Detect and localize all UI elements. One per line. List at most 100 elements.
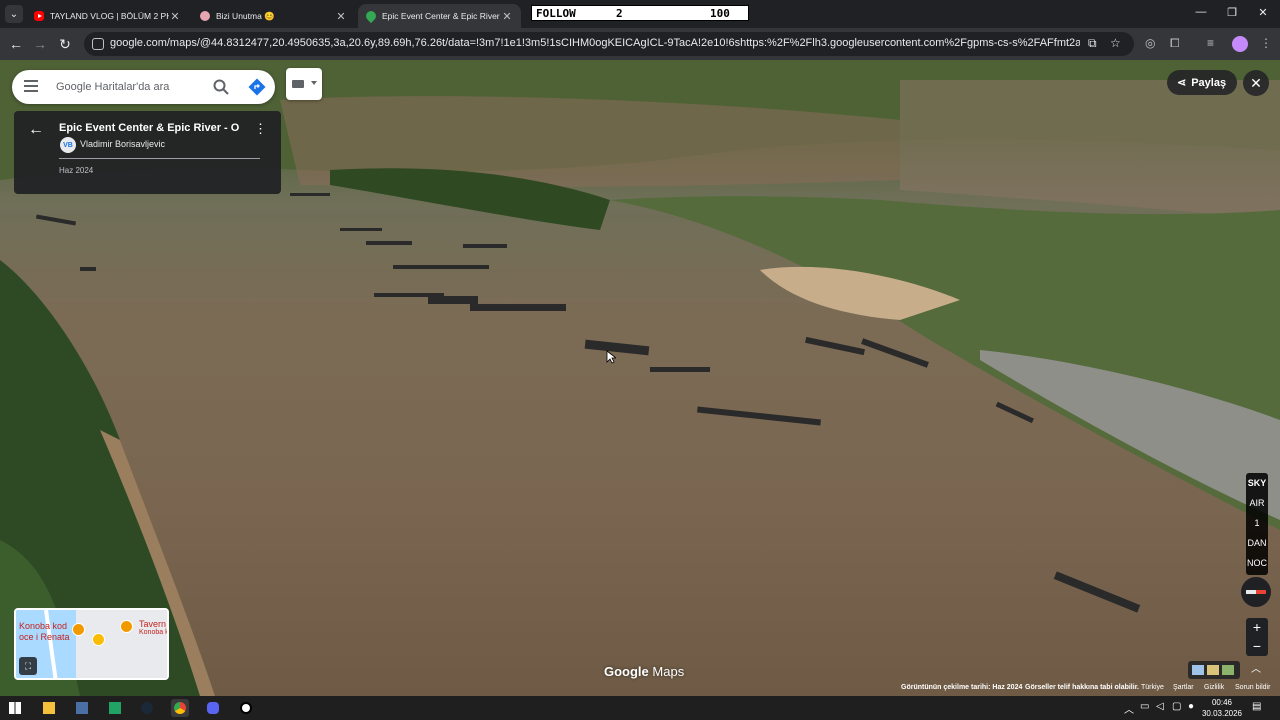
thumbnail-icon [1222, 665, 1234, 675]
pegman-icon[interactable] [92, 633, 105, 646]
street-view-panorama[interactable]: ← Epic Event Center & Epic River - Op...… [0, 60, 1280, 696]
profile-avatar[interactable] [1232, 36, 1248, 52]
logo-google: Google [604, 664, 649, 679]
minimap-label: oce i Renata [19, 632, 70, 642]
author-name[interactable]: Vladimir Borisavljevic [80, 139, 165, 149]
media-control-icon[interactable]: ≡ [1207, 36, 1214, 50]
minimize-icon[interactable]: — [1191, 6, 1211, 18]
share-label: Paylaş [1191, 76, 1227, 89]
close-street-view-button[interactable]: ✕ [1243, 70, 1269, 96]
zoom-in-button[interactable]: + [1246, 618, 1268, 637]
keyboard-shortcuts-button[interactable] [286, 68, 322, 100]
sign-line: AIR [1249, 498, 1265, 508]
windows-logo [9, 702, 21, 714]
url-text: google.com/maps/@44.8312477,20.4950635,3… [110, 37, 1080, 49]
browser-toolbar: ← → ↻ google.com/maps/@44.8312477,20.495… [0, 28, 1280, 60]
thumbnail-icon [1207, 665, 1219, 675]
window-close-icon[interactable]: ✕ [1253, 6, 1273, 19]
follow-goal-widget: FOLLOW 2 100 [531, 5, 749, 21]
building-sign-overlay: SKY AIR 1 DAN NOC [1246, 473, 1268, 575]
clock-time: 00:46 [1211, 698, 1233, 707]
obs-icon[interactable] [237, 699, 255, 717]
fullscreen-icon[interactable]: ⛶ [19, 657, 37, 675]
site-info-icon[interactable] [92, 38, 104, 50]
microphone-icon[interactable]: ● [1188, 701, 1194, 712]
keyboard-icon [292, 80, 304, 88]
region-link[interactable]: Türkiye [1141, 684, 1164, 691]
compass-icon[interactable] [1241, 577, 1271, 607]
restaurant-pin-icon[interactable] [120, 620, 133, 633]
windows-taskbar: ︿ ▭ ◁ ▢ ● 00:46 30.03.2026 ▤ [0, 696, 1280, 720]
google-maps-logo: Google Maps [604, 664, 684, 679]
steam-icon[interactable] [138, 699, 156, 717]
browser-tab-strip: ⌄ TAYLAND VLOG | BÖLÜM 2 PHUKE ✕ Bizi Un… [0, 0, 1280, 28]
volume-icon[interactable]: ◁ [1156, 701, 1164, 712]
back-icon[interactable]: ← [6, 34, 26, 54]
tab-title: Bizi Unutma 😊 [216, 10, 275, 21]
browser-menu-icon[interactable]: ⋮ [1260, 36, 1272, 50]
notifications-icon[interactable]: ▤ [1252, 701, 1261, 712]
taskbar-clock[interactable]: 00:46 30.03.2026 [1201, 697, 1243, 719]
chrome-icon[interactable] [171, 699, 189, 717]
follow-goal: 100 [710, 6, 730, 20]
logo-maps: Maps [652, 664, 685, 679]
privacy-link[interactable]: Gizlilik [1204, 684, 1224, 691]
restaurant-pin-icon[interactable] [72, 623, 85, 636]
sign-line: DAN [1247, 538, 1267, 548]
search-input[interactable] [56, 79, 206, 95]
bookmark-star-icon[interactable]: ☆ [1110, 36, 1121, 50]
forward-icon[interactable]: → [30, 34, 50, 54]
extension-icon[interactable]: ◎ [1145, 36, 1155, 50]
back-arrow-icon[interactable]: ← [28, 121, 44, 139]
restore-icon[interactable]: ❐ [1222, 6, 1242, 19]
feedback-link[interactable]: Sorun bildir [1235, 684, 1270, 691]
photo-strip-toggle[interactable] [1188, 661, 1240, 679]
attribution-bar: Görüntünün çekilme tarihi: Haz 2024 Görs… [0, 684, 1280, 696]
more-options-icon[interactable]: ⋮ [254, 121, 267, 137]
network-icon[interactable]: ▭ [1140, 701, 1149, 712]
place-title[interactable]: Epic Event Center & Epic River - Op... [59, 122, 239, 134]
zoom-out-button[interactable]: − [1246, 637, 1268, 656]
sign-line: SKY [1247, 478, 1267, 488]
author-avatar[interactable]: VB [60, 137, 76, 153]
tab-title: TAYLAND VLOG | BÖLÜM 2 PHUKE [50, 11, 169, 21]
site-icon [200, 11, 210, 21]
place-info-card: ← Epic Event Center & Epic River - Op...… [14, 111, 281, 194]
directions-icon[interactable] [248, 78, 266, 96]
reload-icon[interactable]: ↻ [55, 34, 75, 54]
file-explorer-icon[interactable] [40, 699, 58, 717]
chevron-up-icon[interactable]: ︿ [1247, 661, 1265, 679]
divider [59, 158, 260, 159]
google-maps-icon [363, 8, 379, 24]
extensions-puzzle-icon[interactable]: ⧠ [1170, 36, 1180, 51]
tab-youtube[interactable]: TAYLAND VLOG | BÖLÜM 2 PHUKE ✕ [26, 4, 189, 28]
tab-google-maps[interactable]: Epic Event Center & Epic River - O ✕ [358, 4, 521, 28]
zoom-control: + − [1246, 618, 1268, 656]
install-icon[interactable]: ⧉ [1088, 36, 1097, 51]
screen-icon[interactable]: ▢ [1172, 701, 1181, 712]
tab-search-button[interactable]: ⌄ [5, 5, 23, 23]
tab-bizi-unutma[interactable]: Bizi Unutma 😊 ✕ [192, 4, 355, 28]
share-button[interactable]: ⋖ Paylaş [1167, 70, 1237, 95]
show-hidden-icons-icon[interactable]: ︿ [1124, 701, 1134, 716]
search-icon[interactable] [212, 78, 230, 96]
copyright-text: Görseller telif hakkına tabi olabilir. [1025, 684, 1139, 691]
capture-date: Haz 2024 [59, 166, 94, 175]
excel-icon[interactable] [106, 699, 124, 717]
capture-date-text: Görüntünün çekilme tarihi: Haz 2024 [901, 684, 1023, 691]
terms-link[interactable]: Şartlar [1173, 684, 1194, 691]
tab-close-icon[interactable]: ✕ [501, 10, 513, 23]
clock-date: 30.03.2026 [1201, 709, 1243, 718]
tab-title: Epic Event Center & Epic River - O [382, 11, 501, 21]
tab-close-icon[interactable]: ✕ [335, 10, 347, 23]
share-icon: ⋖ [1177, 77, 1187, 89]
hamburger-menu-icon[interactable] [24, 80, 38, 94]
tab-close-icon[interactable]: ✕ [169, 10, 181, 23]
discord-icon[interactable] [204, 699, 222, 717]
minimap[interactable]: Konoba kod oce i Renata Tavern Konoba k … [14, 608, 169, 680]
chevron-down-icon [311, 81, 317, 85]
minimap-label: Konoba kod [19, 621, 68, 631]
address-bar[interactable]: google.com/maps/@44.8312477,20.4950635,3… [84, 32, 1134, 56]
windows-start-icon[interactable] [6, 699, 24, 717]
calculator-icon[interactable] [73, 699, 91, 717]
